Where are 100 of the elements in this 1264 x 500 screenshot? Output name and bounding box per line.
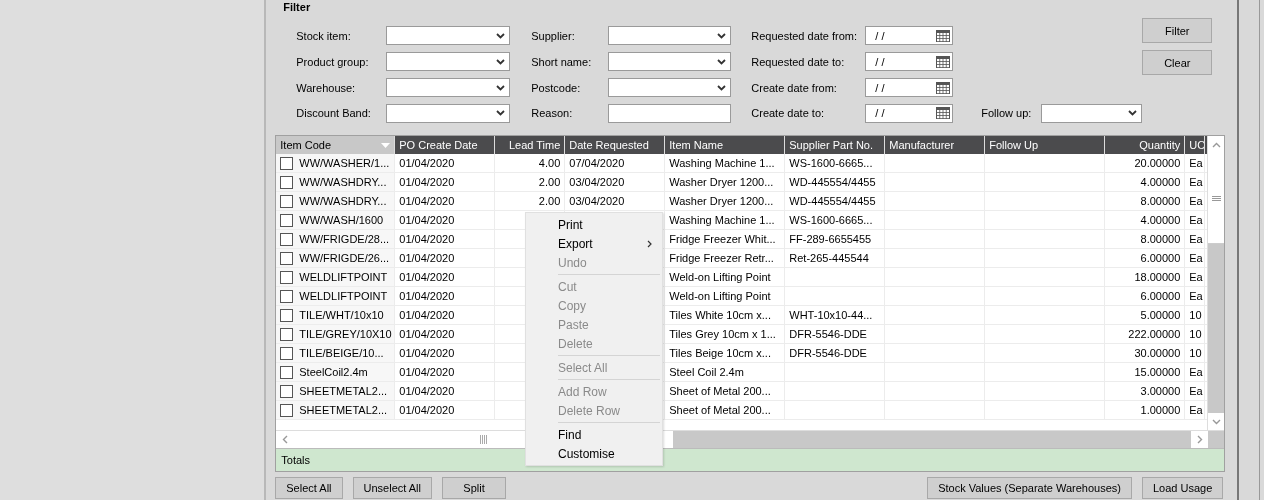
- row-checkbox[interactable]: [280, 156, 294, 170]
- date-field[interactable]: / /: [865, 52, 954, 71]
- chevron-down-icon: [496, 32, 506, 39]
- table-cell-text: Ea: [1189, 232, 1203, 247]
- table-cell-text: 01/04/2020: [399, 194, 455, 209]
- dropdown-field[interactable]: [386, 52, 511, 71]
- table-cell-text: WW/FRIGDE/28...: [299, 232, 390, 247]
- dropdown-field[interactable]: [608, 26, 732, 45]
- table-cell-text: Steel Coil 2.4m: [669, 365, 744, 380]
- table-cell-text: 01/04/2020: [399, 365, 455, 380]
- action-button[interactable]: Load Usage: [1141, 477, 1224, 499]
- section-title: Filter: [283, 0, 312, 15]
- chevron-up-icon: [1211, 141, 1221, 148]
- field-label: Postcode:: [531, 81, 582, 94]
- row-checkbox[interactable]: [280, 365, 294, 379]
- row-checkbox[interactable]: [280, 270, 294, 284]
- date-field[interactable]: / /: [865, 26, 954, 45]
- table-cell-text: 6.00000: [1140, 251, 1181, 266]
- table-cell-text: Weld-on Lifting Point: [669, 289, 771, 304]
- chevron-down-icon: [1211, 418, 1221, 425]
- field-label: Create date to:: [751, 107, 826, 119]
- row-checkbox[interactable]: [280, 175, 294, 189]
- input-field[interactable]: [608, 103, 732, 123]
- field-label: Follow up:: [981, 107, 1033, 119]
- table-cell-text: 4.00000: [1140, 213, 1181, 228]
- row-checkbox[interactable]: [280, 251, 294, 265]
- table-cell-text: 01/04/2020: [399, 232, 455, 247]
- dropdown-field[interactable]: [386, 78, 511, 97]
- chevron-down-icon: [496, 110, 506, 116]
- table-cell-text: 01/04/2020: [399, 346, 455, 361]
- grip-icon: [479, 435, 487, 444]
- table-cell-text: 20.00000: [1134, 156, 1181, 171]
- grip-icon: [1211, 195, 1221, 201]
- chevron-down-icon: [1128, 110, 1138, 116]
- table-cell-text: 01/04/2020: [399, 403, 455, 418]
- action-button[interactable]: Stock Values (Separate Warehouses): [927, 477, 1132, 499]
- filter-button[interactable]: Filter: [1142, 18, 1213, 43]
- table-cell-text: SteelCoil2.4m: [299, 365, 368, 380]
- chevron-down-icon: [496, 58, 506, 65]
- row-checkbox[interactable]: [280, 308, 294, 322]
- field-label: Supplier:: [531, 29, 576, 42]
- filter-button[interactable]: Clear: [1142, 50, 1213, 75]
- table-cell-text: WW/WASHDRY...: [299, 175, 387, 190]
- chevron-down-icon: [717, 58, 727, 65]
- table-cell-text: 3.00000: [1140, 384, 1181, 399]
- sort-arrow-icon: [381, 142, 391, 148]
- action-button[interactable]: Select All: [275, 477, 343, 499]
- table-cell-text: 10: [1189, 308, 1202, 323]
- dropdown-field[interactable]: [608, 52, 732, 71]
- dropdown-field[interactable]: [1041, 103, 1143, 123]
- column-header[interactable]: Item Code: [276, 136, 396, 154]
- table-cell-text: Ea: [1189, 194, 1203, 209]
- dropdown-field[interactable]: [386, 103, 511, 123]
- dropdown-field[interactable]: [608, 78, 732, 97]
- table-cell-text: 2.00: [538, 175, 561, 190]
- table-cell-text: WD-445554/4455: [789, 175, 876, 190]
- field-label: Requested date to:: [751, 55, 846, 68]
- table-cell-text: TILE/GREY/10X10: [299, 327, 392, 342]
- table-cell-text: 01/04/2020: [399, 384, 455, 399]
- row-checkbox[interactable]: [280, 213, 294, 227]
- table-cell-text: Ea: [1189, 270, 1203, 285]
- table-cell-text: Ea: [1189, 403, 1203, 418]
- calendar-icon: [936, 81, 951, 94]
- table-cell-text: WHT-10x10-44...: [789, 308, 873, 323]
- totals-label: Totals: [281, 454, 311, 466]
- table-cell-text: 18.00000: [1134, 270, 1181, 285]
- row-checkbox[interactable]: [280, 232, 294, 246]
- table-cell-text: Sheet of Metal 200...: [669, 403, 771, 418]
- dropdown-field[interactable]: [386, 26, 511, 45]
- table-cell-text: 1.00000: [1140, 403, 1181, 418]
- menu-item[interactable]: Customise: [526, 444, 662, 463]
- row-checkbox[interactable]: [280, 346, 294, 360]
- row-checkbox[interactable]: [280, 289, 294, 303]
- row-checkbox[interactable]: [280, 403, 294, 417]
- menu-item[interactable]: Find: [526, 425, 662, 444]
- table-cell-text: Ea: [1189, 213, 1203, 228]
- table-cell-text: 01/04/2020: [399, 327, 455, 342]
- vertical-scrollbar[interactable]: [1207, 136, 1225, 430]
- date-field[interactable]: / /: [865, 103, 954, 123]
- menu-item[interactable]: Print: [526, 215, 662, 234]
- row-checkbox[interactable]: [280, 327, 294, 341]
- table-cell-text: WS-1600-6665...: [789, 156, 873, 171]
- table-cell-text: 8.00000: [1140, 232, 1181, 247]
- date-field[interactable]: / /: [865, 78, 954, 97]
- menu-item[interactable]: Export: [526, 234, 662, 253]
- table-cell-text: Washing Machine 1...: [669, 213, 775, 228]
- table-cell-text: SHEETMETAL2...: [299, 384, 388, 399]
- row-checkbox[interactable]: [280, 384, 294, 398]
- action-button[interactable]: Split: [442, 477, 506, 499]
- table-cell-text: 2.00: [538, 194, 561, 209]
- table-cell-text: Fridge Freezer Whit...: [669, 232, 776, 247]
- table-cell-text: 10: [1189, 327, 1202, 342]
- table-cell-text: WW/FRIGDE/26...: [299, 251, 390, 266]
- action-button[interactable]: Unselect All: [352, 477, 432, 499]
- table-cell-text: WELDLIFTPOINT: [299, 289, 388, 304]
- chevron-down-icon: [717, 32, 727, 39]
- table-cell-text: Ea: [1189, 175, 1203, 190]
- table-cell-text: DFR-5546-DDE: [789, 327, 867, 342]
- row-checkbox[interactable]: [280, 194, 294, 208]
- table-cell-text: WW/WASHER/1...: [299, 156, 390, 171]
